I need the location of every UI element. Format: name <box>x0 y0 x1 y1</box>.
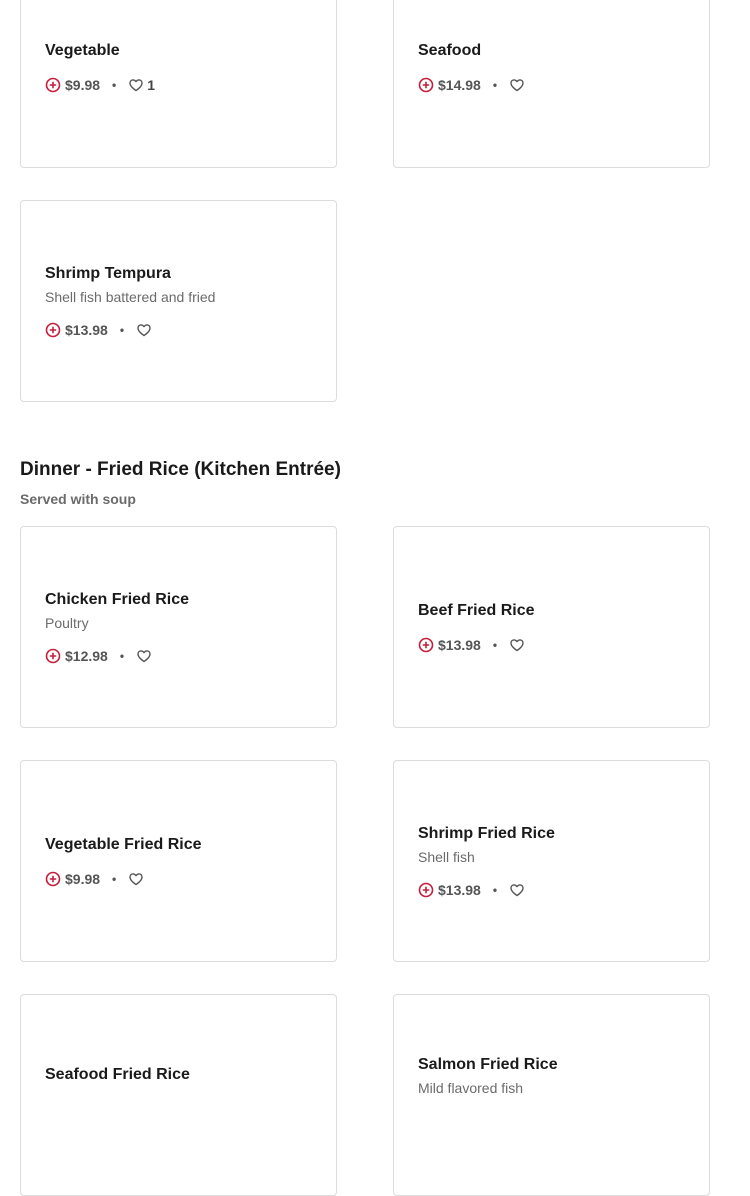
heart-icon[interactable] <box>509 77 525 93</box>
separator-dot: • <box>112 78 117 92</box>
heart-icon[interactable] <box>509 637 525 653</box>
item-name: Shrimp Tempura <box>45 265 171 282</box>
separator-dot: • <box>119 649 125 663</box>
item-name: Seafood Fried Rice <box>45 1066 190 1083</box>
item-price: $9.98 <box>65 871 101 887</box>
menu-item-card[interactable]: Salmon Fried Rice Mild flavored fish <box>393 994 710 1196</box>
heart-icon[interactable] <box>128 77 144 93</box>
item-meta: $13.98 • <box>45 322 320 338</box>
item-name: Shrimp Fried Rice <box>418 825 555 842</box>
plus-circle-icon[interactable] <box>45 77 61 93</box>
plus-circle-icon[interactable] <box>45 871 61 887</box>
item-name: Seafood <box>418 42 482 59</box>
plus-circle-icon[interactable] <box>418 77 434 93</box>
item-name: Chicken Fried Rice <box>45 591 190 608</box>
separator-dot: • <box>492 78 498 92</box>
menu-item-card[interactable]: Vegetable Fried Rice $9.98 • <box>20 760 337 962</box>
like-count: 1 <box>147 77 156 93</box>
menu-item-card[interactable]: Seafood Fried Rice <box>20 994 337 1196</box>
item-name: Vegetable Fried Rice <box>45 836 202 853</box>
item-meta: $9.98 • <box>45 871 320 887</box>
item-meta: $12.98 • <box>45 648 320 664</box>
separator-dot: • <box>492 638 498 652</box>
separator-dot: • <box>492 883 498 897</box>
item-description: Mild flavored fish <box>418 1080 524 1096</box>
menu-item-card[interactable]: Shrimp Fried Rice Shell fish $13.98 • <box>393 760 710 962</box>
menu-item-card[interactable]: Shrimp Tempura Shell fish battered and f… <box>20 200 337 402</box>
menu-item-card[interactable]: Chicken Fried Rice Poultry $12.98 • <box>20 526 337 728</box>
item-meta: $13.98 • <box>418 637 693 653</box>
plus-circle-icon[interactable] <box>418 637 434 653</box>
section-title: Dinner - Fried Rice (Kitchen Entrée) <box>20 459 341 480</box>
item-name: Vegetable <box>45 42 120 59</box>
heart-icon[interactable] <box>128 871 144 887</box>
heart-icon[interactable] <box>509 882 525 898</box>
item-name: Beef Fried Rice <box>418 602 535 619</box>
item-price: $13.98 <box>438 882 481 898</box>
separator-dot: • <box>112 872 117 886</box>
item-meta: $13.98 • <box>418 882 693 898</box>
item-meta: $14.98 • <box>418 77 693 93</box>
item-price: $12.98 <box>65 648 108 664</box>
heart-icon[interactable] <box>136 648 152 664</box>
menu-item-card[interactable]: Seafood $14.98 • <box>393 0 710 168</box>
item-description: Poultry <box>45 615 89 631</box>
heart-icon[interactable] <box>136 322 152 338</box>
plus-circle-icon[interactable] <box>45 322 61 338</box>
menu-item-card[interactable]: Vegetable $9.98 • 1 <box>20 0 337 168</box>
plus-circle-icon[interactable] <box>418 882 434 898</box>
item-meta: $9.98 • 1 <box>45 77 320 93</box>
item-price: $13.98 <box>438 637 481 653</box>
section-subtitle: Served with soup <box>20 491 136 507</box>
menu-item-card[interactable]: Beef Fried Rice $13.98 • <box>393 526 710 728</box>
item-name: Salmon Fried Rice <box>418 1056 558 1073</box>
separator-dot: • <box>119 323 125 337</box>
item-description: Shell fish battered and fried <box>45 289 216 305</box>
item-price: $13.98 <box>65 322 108 338</box>
item-description: Shell fish <box>418 849 475 865</box>
item-price: $9.98 <box>65 77 101 93</box>
plus-circle-icon[interactable] <box>45 648 61 664</box>
item-price: $14.98 <box>438 77 481 93</box>
